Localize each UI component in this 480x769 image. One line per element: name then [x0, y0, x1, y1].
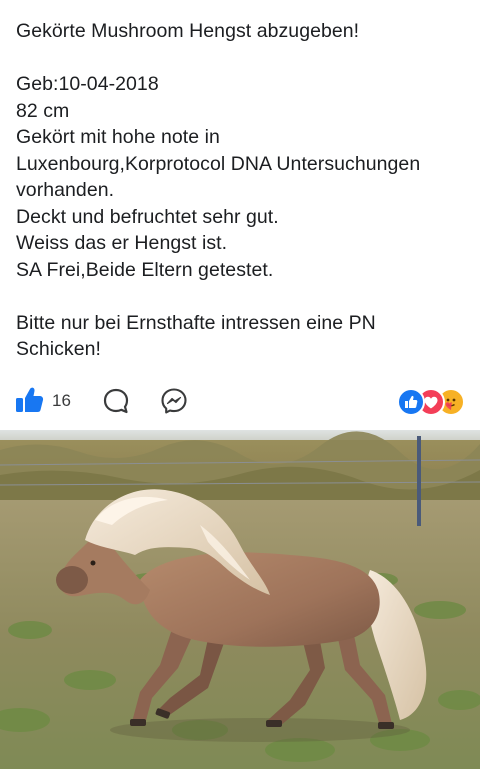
post-line: vorhanden.: [16, 179, 115, 201]
post-line: Geb:10-04-2018: [16, 73, 159, 95]
image-photo: [0, 430, 480, 769]
post-line: Deckt und befruchtet sehr gut.: [16, 205, 279, 228]
post-line: SA Frei,Beide Eltern getestet.: [16, 258, 274, 281]
reaction-summary[interactable]: [397, 388, 467, 416]
messenger-share-button[interactable]: [160, 387, 188, 415]
horse-photo[interactable]: [0, 430, 480, 769]
like-button[interactable]: [14, 386, 44, 414]
post-line: Luxenbourg,Korprotocol DNA Untersuchunge…: [16, 152, 421, 175]
thumbs-up-icon: [16, 387, 44, 412]
post-text: Gekörte Mushroom Hengst abzugeben! Geb:1…: [16, 18, 466, 363]
like-reaction-icon: [397, 388, 425, 416]
comment-button[interactable]: [102, 387, 130, 415]
post-title: Gekörte Mushroom Hengst abzugeben!: [16, 20, 360, 42]
comment-bubble-icon: [103, 388, 129, 414]
messenger-icon: [161, 388, 187, 414]
post-line: Gekört mit hohe note in: [16, 126, 220, 148]
post-line: Bitte nur bei Ernsthafte intressen eine …: [16, 311, 376, 334]
post-actions-bar: 16: [0, 380, 480, 422]
post-line: 82 cm: [16, 99, 70, 122]
post-line: Schicken!: [16, 338, 101, 360]
post-line: Weiss das er Hengst ist.: [16, 232, 228, 254]
like-count: 16: [52, 391, 71, 410]
